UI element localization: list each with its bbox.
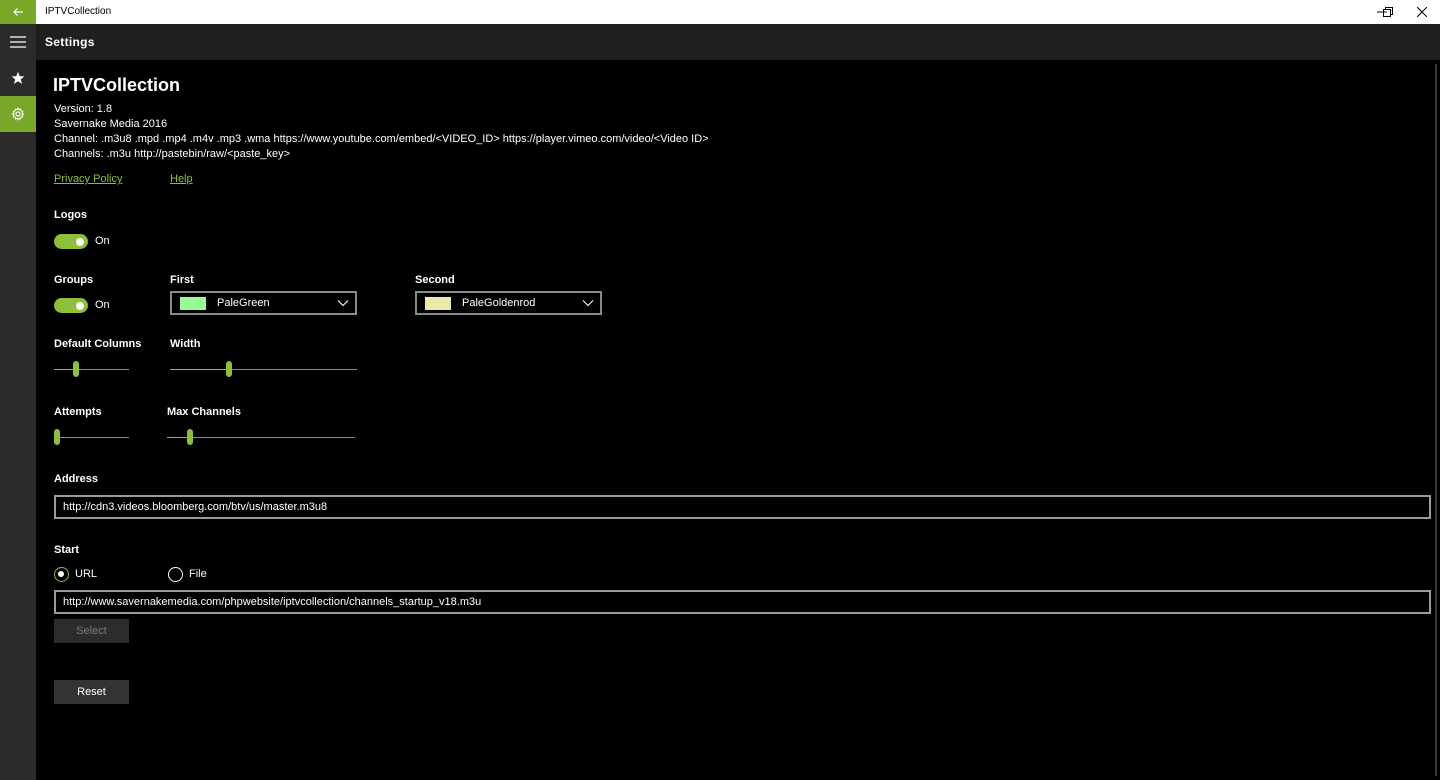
scrollbar[interactable] <box>1435 64 1437 776</box>
back-arrow-icon <box>13 8 23 16</box>
logos-label: Logos <box>54 209 87 221</box>
toggle-knob <box>76 237 84 246</box>
max-channels-label: Max Channels <box>167 406 241 418</box>
address-input[interactable]: http://cdn3.videos.bloomberg.com/btv/us/… <box>54 495 1431 519</box>
page-header-title: Settings <box>45 35 95 49</box>
hamburger-menu-button[interactable] <box>0 24 36 60</box>
back-button[interactable] <box>0 0 36 24</box>
hamburger-menu-icon <box>10 36 26 48</box>
help-link[interactable]: Help <box>170 173 193 185</box>
title-bar: IPTVCollection <box>0 0 1440 24</box>
star-icon <box>11 71 25 84</box>
gear-icon <box>11 107 25 121</box>
toggle-knob <box>76 301 84 310</box>
file-radio-label: File <box>189 568 207 580</box>
privacy-policy-link[interactable]: Privacy Policy <box>54 173 122 185</box>
select-button[interactable]: Select <box>54 619 129 643</box>
chevron-down-icon <box>337 300 349 307</box>
favorites-nav-item[interactable] <box>0 60 36 96</box>
groups-label: Groups <box>54 274 94 286</box>
slider-thumb[interactable] <box>187 429 194 445</box>
start-url-input[interactable]: http://www.savernakemedia.com/phpwebsite… <box>54 590 1431 614</box>
width-slider[interactable] <box>170 361 357 377</box>
page-header: Settings <box>36 24 1440 60</box>
slider-track <box>54 437 129 438</box>
slider-thumb[interactable] <box>226 361 233 377</box>
close-icon <box>1417 7 1427 17</box>
second-color-label: Second <box>415 274 455 286</box>
url-radio[interactable] <box>54 567 69 582</box>
slider-thumb[interactable] <box>54 429 60 445</box>
default-columns-slider[interactable] <box>54 361 129 377</box>
nav-rail <box>0 24 36 780</box>
version-text: Version: 1.8 <box>54 103 113 115</box>
first-color-dropdown[interactable]: PaleGreen <box>170 291 357 315</box>
width-label: Width <box>170 338 201 350</box>
channels-formats-text: Channels: .m3u http://pastebin/raw/<past… <box>54 148 291 160</box>
restore-icon <box>1383 7 1393 17</box>
default-columns-label: Default Columns <box>54 338 142 350</box>
copyright-text: Savernake Media 2016 <box>54 118 168 130</box>
slider-thumb[interactable] <box>72 361 79 377</box>
settings-nav-item[interactable] <box>0 96 36 132</box>
window-title: IPTVCollection <box>45 6 112 17</box>
chevron-down-icon <box>582 300 594 307</box>
file-radio[interactable] <box>168 567 183 582</box>
restore-button[interactable] <box>1371 0 1405 24</box>
channel-formats-text: Channel: .m3u8 .mpd .mp4 .m4v .mp3 .wma … <box>54 133 709 145</box>
slider-fill <box>170 369 230 370</box>
first-color-swatch <box>180 297 206 310</box>
attempts-slider[interactable] <box>54 429 129 445</box>
first-color-value: PaleGreen <box>217 297 270 309</box>
groups-toggle-state: On <box>95 299 110 311</box>
app-name-heading: IPTVCollection <box>53 75 181 95</box>
second-color-dropdown[interactable]: PaleGoldenrod <box>415 291 602 315</box>
close-button[interactable] <box>1405 0 1439 24</box>
attempts-label: Attempts <box>54 406 102 418</box>
slider-track <box>167 437 355 438</box>
logos-toggle-state: On <box>95 235 110 247</box>
groups-toggle[interactable] <box>54 298 88 313</box>
logos-toggle[interactable] <box>54 234 88 249</box>
max-channels-slider[interactable] <box>167 429 355 445</box>
reset-button[interactable]: Reset <box>54 680 129 704</box>
settings-panel: IPTVCollection Version: 1.8 Savernake Me… <box>36 60 1440 780</box>
address-label: Address <box>54 473 99 485</box>
url-radio-label: URL <box>75 568 98 580</box>
start-label: Start <box>54 544 80 556</box>
first-color-label: First <box>170 274 194 286</box>
second-color-swatch <box>425 297 451 310</box>
second-color-value: PaleGoldenrod <box>462 297 536 309</box>
